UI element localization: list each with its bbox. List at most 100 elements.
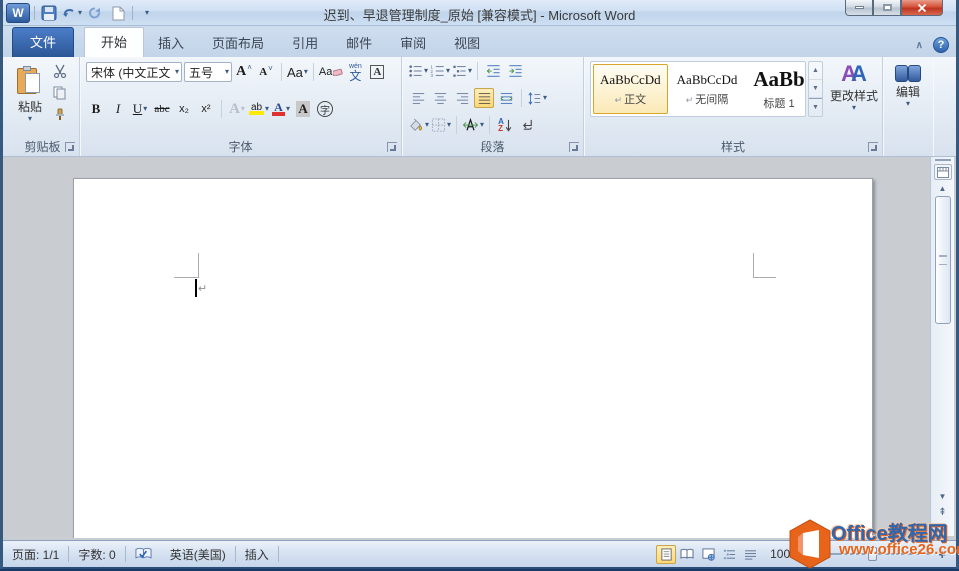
collapse-ribbon-icon[interactable]: ∧ <box>916 40 923 51</box>
align-center-icon <box>434 92 446 104</box>
tab-mailings[interactable]: 邮件 <box>332 29 386 57</box>
scroll-down-button[interactable]: ▼ <box>934 488 952 504</box>
text-effects-button[interactable]: A ▾ <box>227 99 247 119</box>
new-document-button[interactable] <box>108 3 128 23</box>
cut-button[interactable] <box>50 61 70 81</box>
borders-icon <box>431 118 446 132</box>
scrollbar-thumb[interactable] <box>934 196 951 324</box>
bold-button[interactable]: B <box>86 99 106 119</box>
redo-button[interactable] <box>85 3 105 23</box>
borders-button[interactable]: ▾ <box>431 115 451 135</box>
styles-scroll-down[interactable]: ▼ <box>809 80 822 98</box>
undo-dropdown-arrow[interactable]: ▾ <box>78 9 82 17</box>
save-button[interactable] <box>39 3 59 23</box>
paint-bucket-icon <box>410 118 423 131</box>
styles-scroll-up[interactable]: ▲ <box>809 62 822 80</box>
tab-review[interactable]: 审阅 <box>386 29 440 57</box>
split-handle[interactable] <box>934 159 951 163</box>
change-case-button[interactable]: Aa ▾ <box>287 62 308 82</box>
word-app-icon[interactable]: W <box>6 3 30 23</box>
superscript-button[interactable]: x² <box>196 99 216 119</box>
outline-view-button[interactable] <box>719 545 739 564</box>
grow-font-button[interactable]: A ˄ <box>234 62 254 82</box>
web-layout-view-button[interactable] <box>698 545 718 564</box>
phonetic-guide-button[interactable]: wén 文 <box>345 62 365 82</box>
align-left-button[interactable] <box>408 88 428 108</box>
page-indicator[interactable]: 页面: 1/1 <box>3 541 68 567</box>
style-item-normal[interactable]: AaBbCcDd ↵ 正文 <box>593 64 668 114</box>
language-indicator[interactable]: 英语(美国) <box>161 541 235 567</box>
distribute-button[interactable] <box>496 88 516 108</box>
view-shortcuts <box>656 544 760 564</box>
ruler-toggle-button[interactable] <box>933 164 952 180</box>
insert-mode-indicator[interactable]: 插入 <box>236 541 278 567</box>
line-spacing-button[interactable]: ▾ <box>527 88 547 108</box>
justify-button[interactable] <box>474 88 494 108</box>
style-item-no-spacing[interactable]: AaBbCcDd ↵ 无间隔 <box>670 64 745 114</box>
multilevel-list-icon <box>453 65 466 77</box>
minimize-button[interactable] <box>845 0 873 16</box>
font-size-combo[interactable]: 五号 ▾ <box>184 62 232 82</box>
clear-formatting-button[interactable]: Aa <box>319 62 344 82</box>
show-hide-marks-button[interactable] <box>517 115 537 135</box>
close-button[interactable] <box>901 0 943 16</box>
help-icon[interactable]: ? <box>933 37 949 53</box>
numbering-button[interactable]: 1 2 3 ▾ <box>430 61 451 81</box>
fullscreen-reading-view-button[interactable] <box>677 545 697 564</box>
highlight-color-bar <box>249 111 264 115</box>
underline-button[interactable]: U ▾ <box>130 99 150 119</box>
bullet-list-icon <box>409 65 422 77</box>
tab-view[interactable]: 视图 <box>440 29 494 57</box>
tab-page-layout[interactable]: 页面布局 <box>198 29 278 57</box>
shading-button[interactable]: ▾ <box>408 115 429 135</box>
tab-home[interactable]: 开始 <box>84 27 145 57</box>
decrease-indent-button[interactable] <box>483 61 503 81</box>
subscript-button[interactable]: x₂ <box>174 99 194 119</box>
font-family-combo[interactable]: 宋体 (中文正文 ▾ <box>86 62 182 82</box>
group-styles: AaBbCcDd ↵ 正文 AaBbCcDd ↵ 无间隔 AaBb 标题 1 ▲ ▼… <box>584 57 883 156</box>
clipboard-dialog-launcher[interactable] <box>65 142 75 152</box>
style-item-heading1[interactable]: AaBb 标题 1 <box>746 64 811 114</box>
maximize-button[interactable] <box>873 0 901 16</box>
styles-gallery-more[interactable]: ▼ <box>809 98 822 116</box>
increase-indent-button[interactable] <box>505 61 525 81</box>
asian-layout-button[interactable]: ▾ <box>462 115 484 135</box>
copy-icon <box>53 86 66 100</box>
italic-button[interactable]: I <box>108 99 128 119</box>
align-center-button[interactable] <box>430 88 450 108</box>
multilevel-list-button[interactable]: ▾ <box>452 61 472 81</box>
draft-view-button[interactable] <box>740 545 760 564</box>
numbered-list-icon: 123 <box>431 64 444 78</box>
scroll-up-button[interactable]: ▲ <box>934 180 952 196</box>
align-right-button[interactable] <box>452 88 472 108</box>
document-page[interactable] <box>73 178 873 538</box>
close-icon <box>917 3 927 12</box>
copy-button[interactable] <box>50 83 70 103</box>
character-shading-button[interactable]: A <box>293 99 313 119</box>
tab-insert[interactable]: 插入 <box>144 29 198 57</box>
editing-menu-button[interactable]: 编辑 ▾ <box>887 61 929 108</box>
font-dialog-launcher[interactable] <box>387 142 397 152</box>
paste-dropdown-arrow[interactable]: ▾ <box>28 115 32 123</box>
text-highlight-button[interactable]: ab ▾ <box>249 99 269 119</box>
styles-dialog-launcher[interactable] <box>868 142 878 152</box>
spellcheck-status[interactable] <box>126 541 161 567</box>
enclose-characters-button[interactable]: 字 <box>315 99 335 119</box>
change-styles-button[interactable]: AA 更改样式 ▾ <box>828 59 880 137</box>
word-window: W ▾ ▾ 迟到、早退管理制度_原始 [兼容模式] - Microsoft Wo… <box>0 0 959 571</box>
bullets-button[interactable]: ▾ <box>408 61 428 81</box>
paragraph-dialog-launcher[interactable] <box>569 142 579 152</box>
undo-button[interactable]: ▾ <box>62 3 82 23</box>
format-painter-button[interactable] <box>50 105 70 125</box>
character-border-button[interactable]: A <box>367 62 387 82</box>
sort-button[interactable]: AZ <box>495 115 515 135</box>
paste-button[interactable]: 粘贴 ▾ <box>12 62 48 123</box>
print-layout-view-button[interactable] <box>656 544 677 564</box>
shrink-font-button[interactable]: A ˅ <box>256 62 276 82</box>
tab-references[interactable]: 引用 <box>278 29 332 57</box>
font-color-button[interactable]: A ▾ <box>271 99 291 119</box>
group-label-styles: 样式 <box>720 140 745 154</box>
strikethrough-button[interactable]: abc <box>152 99 172 119</box>
word-count[interactable]: 字数: 0 <box>69 541 124 567</box>
tab-file[interactable]: 文件 <box>12 27 75 57</box>
